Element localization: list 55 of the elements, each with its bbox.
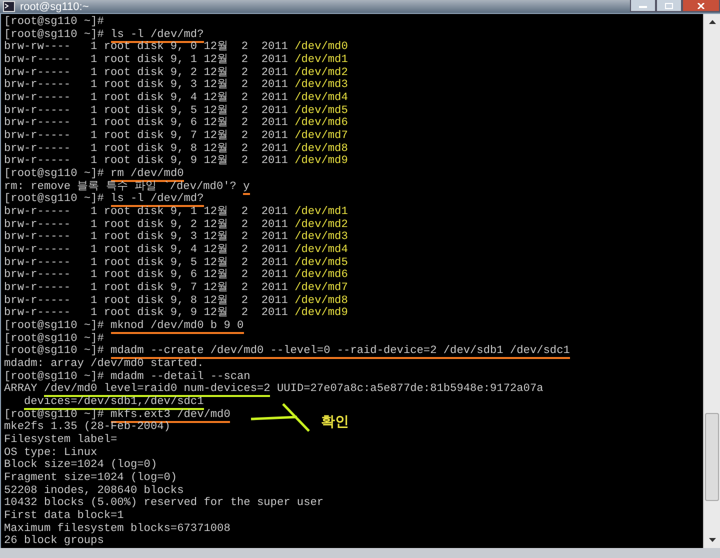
terminal-line: brw-r----- 1 root disk 9, 3 12월 2 2011 /dev/md3 [4,231,348,244]
terminal-line: brw-r----- 1 root disk 9, 1 12월 2 2011 /dev/md1 [4,54,348,66]
terminal-line: Maximum filesystem blocks=67371008 [4,522,230,535]
terminal-line: brw-r----- 1 root disk 9, 3 12월 2 2011 /dev/md3 [4,79,348,92]
terminal-line: mdadm: array /dev/md0 started. [4,358,204,371]
terminal-line: brw-r----- 1 root disk 9, 6 12월 2 2011 /dev/md6 [4,117,348,130]
terminal-line: brw-r----- 1 root disk 9, 1 12월 2 2011 /dev/md1 [4,206,348,218]
annotation-label: 확인 [321,412,349,431]
terminal-line: 26 block groups [4,535,104,548]
terminal-line: [root@sg110 ~]# [4,16,104,29]
maximize-button[interactable] [656,0,682,12]
minimize-button[interactable] [630,0,656,12]
close-icon [697,2,705,8]
terminal-line: rm: remove 블록 특수 파일 `/dev/md0'? y [4,180,250,194]
window-title: root@sg110:~ [20,0,89,13]
scroll-thumb[interactable] [705,413,719,502]
terminal-line: brw-r----- 1 root disk 9, 9 12월 2 2011 /dev/md9 [4,155,348,168]
terminal-line: brw-r----- 1 root disk 9, 7 12월 2 2011 /dev/md7 [4,130,348,142]
terminal-line: ARRAY /dev/md0 level=raid0 num-devices=2 UUID=27e07a8c:a5e877de:81b5948e:9172a07a [4,383,544,396]
terminal-line: mke2fs 1.35 (28-Feb-2004) [4,421,170,434]
terminal-line: [root@sg110 ~]# mdadm --detail --scan [4,370,250,383]
terminal-line: brw-r----- 1 root disk 9, 8 12월 2 2011 /dev/md8 [4,294,348,307]
terminal-line: Filesystem label= [4,434,118,447]
terminal-line: brw-r----- 1 root disk 9, 6 12월 2 2011 /dev/md6 [4,269,348,282]
terminal-line: [root@sg110 ~]# mdadm --create /dev/md0 --level=0 --raid-device=2 /dev/sdb1 /dev/sdc1 [4,345,570,358]
terminal-line: brw-r----- 1 root disk 9, 5 12월 2 2011 /dev/md5 [4,104,348,117]
terminal-icon [3,1,15,12]
terminal-line: OS type: Linux [4,446,98,459]
close-button[interactable] [682,0,720,12]
minimize-icon [639,4,647,8]
maximize-icon [665,2,673,8]
terminal-line: 10432 blocks (5.00%) reserved for the super user [4,497,324,510]
terminal-line: brw-r----- 1 root disk 9, 2 12월 2 2011 /dev/md2 [4,218,348,231]
terminal-line: [root@sg110 ~]# [4,332,104,345]
terminal-line: devices=/dev/sdb1,/dev/sdc1 [24,396,204,409]
terminal-line: [root@sg110 ~]# mkfs.ext3 /dev/md0 [4,408,230,422]
scroll-up-icon[interactable] [708,18,716,27]
terminal-line: [root@sg110 ~]# rm /dev/md0 [4,168,184,181]
terminal-line: 52208 inodes, 208640 blocks [4,484,184,497]
terminal-line: brw-r----- 1 root disk 9, 9 12월 2 2011 /dev/md9 [4,307,348,320]
terminal-line: First data block=1 [4,510,124,523]
scrollbar[interactable] [703,14,720,548]
terminal-line: brw-r----- 1 root disk 9, 2 12월 2 2011 /dev/md2 [4,66,348,79]
terminal-line: brw-rw---- 1 root disk 9, 0 12월 2 2011 /dev/md0 [4,41,348,54]
terminal-line: [root@sg110 ~]# ls -l /dev/md? [4,28,204,42]
terminal-line: brw-r----- 1 root disk 9, 5 12월 2 2011 /dev/md5 [4,256,348,269]
terminal-line: brw-r----- 1 root disk 9, 4 12월 2 2011 /dev/md4 [4,244,348,256]
terminal-line: [root@sg110 ~]# ls -l /dev/md? [4,193,204,206]
scroll-down-icon[interactable] [708,535,716,544]
terminal-line: [root@sg110 ~]# mknod /dev/md0 b 9 0 [4,320,244,333]
terminal-line: brw-r----- 1 root disk 9, 8 12월 2 2011 /dev/md8 [4,142,348,155]
terminal-line: Fragment size=1024 (log=0) [4,472,178,485]
terminal-line: brw-r----- 1 root disk 9, 4 12월 2 2011 /dev/md4 [4,92,348,104]
terminal-line: Block size=1024 (log=0) [4,459,158,472]
terminal-line: brw-r----- 1 root disk 9, 7 12월 2 2011 /dev/md7 [4,282,348,294]
